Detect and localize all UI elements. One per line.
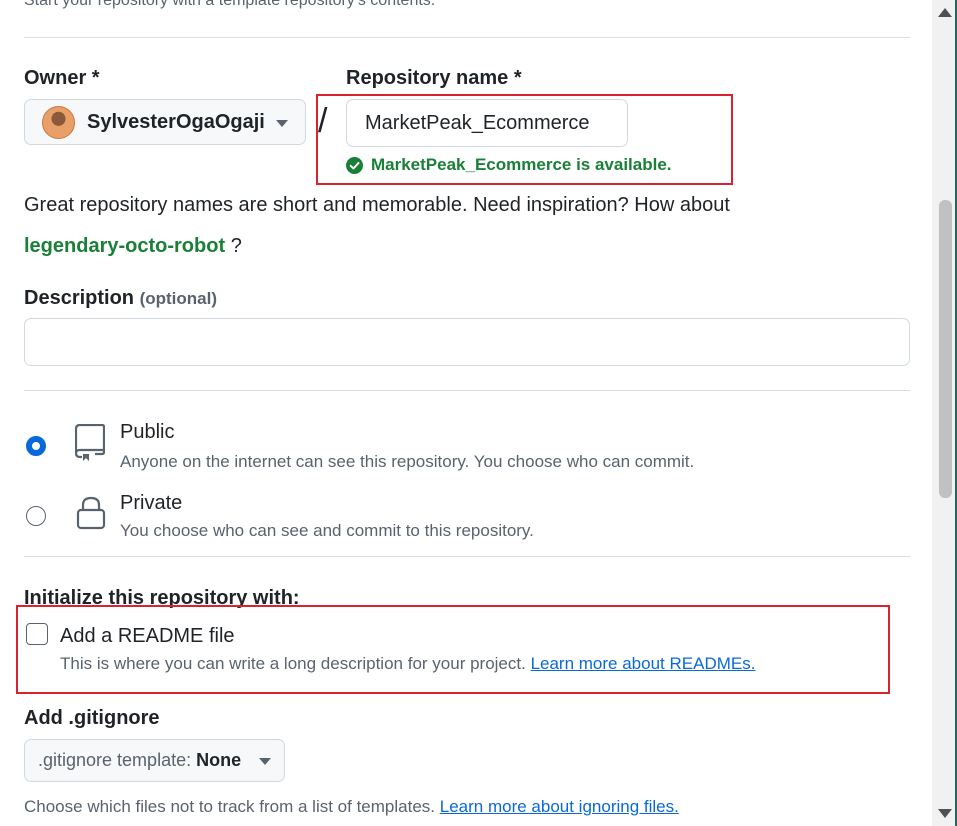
scroll-down-arrow-icon[interactable] [938, 809, 952, 818]
private-description: You choose who can see and commit to thi… [120, 521, 534, 540]
name-suggestion-line: legendary-octo-robot ? [24, 235, 242, 258]
divider [24, 37, 910, 38]
suggested-name-link[interactable]: legendary-octo-robot [24, 235, 225, 257]
description-label-text: Description [24, 287, 135, 309]
description-input[interactable] [24, 318, 910, 366]
learn-ignoring-files-link[interactable]: Learn more about ignoring files. [440, 797, 679, 816]
gitignore-label: Add .gitignore [24, 707, 160, 729]
owner-label: Owner * [24, 67, 100, 89]
optional-tag: (optional) [139, 289, 218, 308]
lock-icon [76, 496, 106, 530]
divider [24, 390, 910, 391]
scroll-up-arrow-icon[interactable] [938, 8, 952, 17]
description-label: Description (optional) [24, 287, 217, 310]
suggestion-suffix: ? [230, 235, 242, 257]
divider [24, 556, 910, 557]
gitignore-description: Choose which files not to track from a l… [24, 797, 436, 816]
highlight-box-readme [16, 605, 890, 694]
owner-dropdown[interactable]: SylvesterOgaOgaji [24, 99, 306, 145]
gitignore-prefix: .gitignore template: [38, 750, 197, 770]
owner-name: SylvesterOgaOgaji [87, 110, 265, 133]
name-hint-text: Great repository names are short and mem… [24, 194, 730, 216]
template-hint-text: Start your repository with a template re… [24, 0, 436, 9]
public-description: Anyone on the internet can see this repo… [120, 452, 695, 471]
highlight-box-repository [316, 94, 733, 185]
gitignore-value: None [196, 750, 242, 770]
caret-down-icon [276, 120, 288, 127]
private-radio[interactable] [26, 506, 46, 526]
scrollbar-thumb[interactable] [939, 200, 952, 498]
repo-icon [75, 424, 105, 461]
repository-name-label: Repository name * [346, 67, 522, 89]
gitignore-template-dropdown[interactable]: .gitignore template: None [24, 739, 285, 782]
caret-down-icon [259, 758, 271, 765]
public-title: Public [120, 421, 175, 443]
public-radio[interactable] [26, 436, 46, 456]
gitignore-description-line: Choose which files not to track from a l… [24, 797, 679, 817]
private-title: Private [120, 492, 183, 514]
avatar [42, 105, 75, 139]
